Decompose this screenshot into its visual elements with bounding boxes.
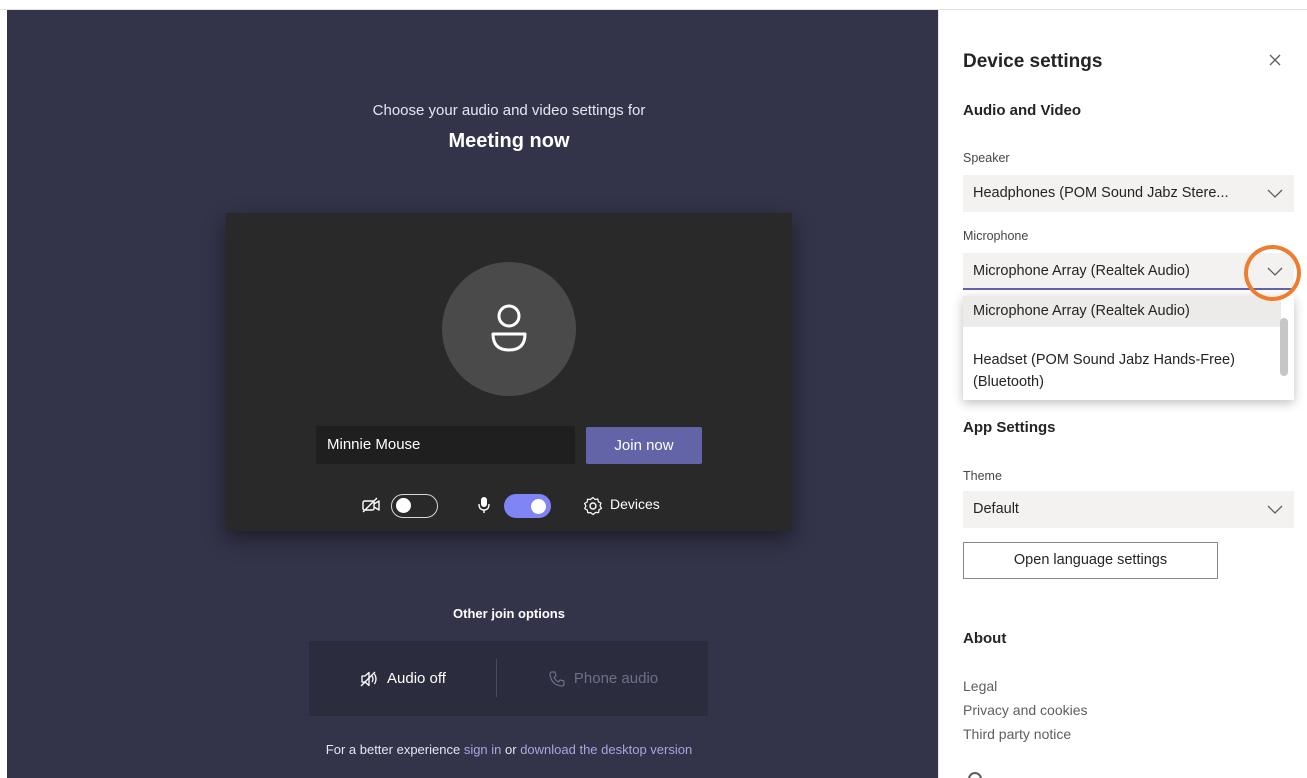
download-desktop-link[interactable]: download the desktop version — [520, 742, 692, 757]
microphone-select[interactable]: Microphone Array (Realtek Audio) — [963, 253, 1294, 290]
open-language-settings-button[interactable]: Open language settings — [963, 542, 1218, 579]
speaker-value: Headphones (POM Sound Jabz Stere... — [973, 185, 1229, 201]
left-edge — [0, 10, 7, 778]
chevron-down-icon — [1267, 505, 1283, 514]
dropdown-scrollbar[interactable] — [1280, 318, 1288, 376]
other-join-options-title: Other join options — [453, 606, 565, 621]
microphone-option-realtek[interactable]: Microphone Array (Realtek Audio) — [963, 296, 1281, 327]
phone-audio-option: Phone audio — [498, 641, 708, 716]
video-preview-card: Minnie Mouse Join now Devices — [226, 213, 792, 531]
video-off-icon — [362, 497, 380, 513]
footer-or: or — [501, 742, 521, 757]
microphone-icon — [478, 497, 490, 513]
privacy-link[interactable]: Privacy and cookies — [963, 702, 1088, 718]
app-settings-heading: App Settings — [963, 419, 1056, 436]
third-party-notice-link[interactable]: Third party notice — [963, 726, 1071, 742]
video-toggle[interactable] — [391, 494, 438, 518]
theme-label: Theme — [963, 469, 1002, 483]
prejoin-screen: Choose your audio and video settings for… — [7, 10, 938, 778]
microphone-dropdown: Microphone Array (Realtek Audio) Headset… — [963, 296, 1294, 400]
microphone-option-headset-line2: (Bluetooth) — [973, 374, 1044, 390]
about-heading: About — [963, 630, 1007, 647]
join-now-button[interactable]: Join now — [586, 427, 702, 464]
partial-icon — [968, 772, 982, 778]
chevron-down-icon — [1267, 189, 1283, 198]
microphone-option-headset[interactable]: Headset (POM Sound Jabz Hands-Free) (Blu… — [963, 349, 1281, 393]
chevron-down-icon — [1267, 267, 1283, 276]
top-border — [0, 0, 1307, 10]
audio-off-label: Audio off — [387, 670, 446, 687]
microphone-option-headset-line1: Headset (POM Sound Jabz Hands-Free) — [973, 352, 1235, 368]
microphone-value: Microphone Array (Realtek Audio) — [973, 263, 1190, 279]
theme-select[interactable]: Default — [963, 491, 1294, 528]
person-icon — [491, 304, 527, 352]
footer-text: For a better experience sign in or downl… — [7, 742, 1011, 757]
avatar — [442, 262, 576, 396]
sign-in-link[interactable]: sign in — [464, 742, 502, 757]
microphone-toggle[interactable] — [504, 494, 551, 518]
devices-button[interactable]: Devices — [610, 496, 660, 512]
prejoin-subtitle: Choose your audio and video settings for — [372, 102, 646, 119]
video-toggle-knob — [396, 498, 411, 513]
phone-icon — [549, 671, 565, 687]
audio-video-heading: Audio and Video — [963, 102, 1082, 119]
options-divider — [496, 659, 497, 697]
audio-off-option[interactable]: Audio off — [309, 641, 496, 716]
panel-title: Device settings — [963, 51, 1103, 72]
phone-audio-label: Phone audio — [573, 670, 659, 687]
speaker-off-icon — [360, 671, 377, 687]
name-input[interactable]: Minnie Mouse — [316, 426, 575, 464]
meeting-title: Meeting now — [448, 130, 570, 152]
gear-icon[interactable] — [583, 496, 603, 516]
device-settings-panel: Device settings Audio and Video Speaker … — [938, 10, 1307, 778]
microphone-label: Microphone — [963, 229, 1029, 243]
other-join-options: Audio off Phone audio — [309, 641, 708, 716]
theme-value: Default — [973, 501, 1019, 517]
speaker-label: Speaker — [963, 151, 1010, 165]
microphone-toggle-knob — [531, 498, 546, 514]
speaker-select[interactable]: Headphones (POM Sound Jabz Stere... — [963, 175, 1294, 212]
close-icon[interactable] — [1265, 50, 1285, 70]
legal-link[interactable]: Legal — [963, 678, 997, 694]
footer-prefix: For a better experience — [325, 742, 464, 757]
media-controls: Devices — [226, 491, 792, 519]
